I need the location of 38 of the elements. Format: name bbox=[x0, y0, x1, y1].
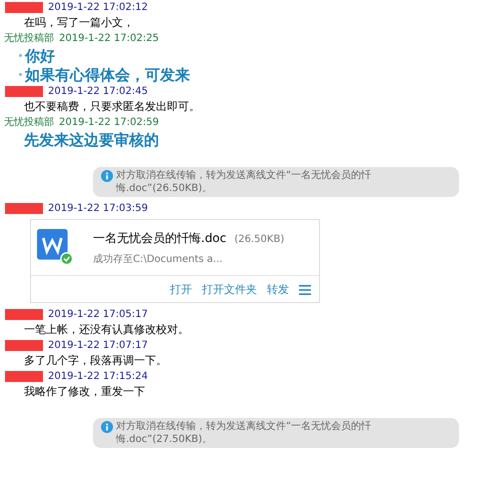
message-time: 2019-1-22 17:03:59 bbox=[48, 202, 148, 216]
file-action-link[interactable]: 打开文件夹 bbox=[202, 283, 257, 297]
message-time: 2019-1-22 17:02:59 bbox=[59, 116, 159, 130]
redacted-name bbox=[5, 2, 43, 13]
file-status: 成功存至C:\Documents a... bbox=[93, 253, 224, 267]
message-time: 2019-1-22 17:02:45 bbox=[48, 84, 148, 98]
sender-name: 无忧投稿部 bbox=[4, 32, 54, 46]
file-action-link[interactable]: 打开 bbox=[170, 283, 192, 297]
message-text: 在吗，写了一篇小文， bbox=[24, 16, 134, 30]
message-text: 我略作了修改，重发一下 bbox=[24, 385, 145, 399]
message-text: 先发来这边要审核的 bbox=[24, 132, 159, 146]
document-icon bbox=[37, 229, 73, 265]
message-time: 2019-1-22 17:02:25 bbox=[59, 32, 159, 46]
file-size: (26.50KB) bbox=[234, 233, 284, 247]
menu-icon[interactable] bbox=[299, 285, 311, 295]
message-time: 2019-1-22 17:15:24 bbox=[48, 370, 148, 384]
bullet-icon bbox=[19, 73, 22, 76]
bullet-icon bbox=[19, 54, 22, 57]
message-text: 多了几个字，段落再调一下。 bbox=[24, 354, 167, 368]
file-name: 一名无忧会员的忏悔.doc bbox=[93, 231, 226, 245]
message-text: 你好 bbox=[25, 48, 55, 62]
notice-text: 对方取消在线传输，转为发送离线文件“一名无忧会员的忏悔.doc”(26.50KB)。 bbox=[116, 169, 372, 195]
redacted-name bbox=[5, 340, 43, 351]
notice-text: 对方取消在线传输，转为发送离线文件“一名无忧会员的忏悔.doc”(27.50KB)。 bbox=[116, 420, 372, 446]
message-text: 一笔上帐，还没有认真修改校对。 bbox=[24, 323, 189, 337]
redacted-name bbox=[5, 203, 43, 214]
message-text: 也不要稿费，只要求匿名发出即可。 bbox=[24, 100, 200, 114]
message-time: 2019-1-22 17:02:12 bbox=[48, 0, 148, 14]
redacted-name bbox=[5, 371, 43, 382]
message-time: 2019-1-22 17:05:17 bbox=[48, 308, 148, 322]
info-icon bbox=[101, 421, 113, 433]
sender-name: 无忧投稿部 bbox=[4, 116, 54, 130]
file-action-link[interactable]: 转发 bbox=[267, 283, 289, 297]
message-time: 2019-1-22 17:07:17 bbox=[48, 338, 148, 352]
redacted-name bbox=[5, 86, 43, 97]
redacted-name bbox=[5, 309, 43, 320]
info-icon bbox=[101, 170, 113, 182]
message-text: 如果有心得体会，可发来 bbox=[25, 68, 190, 82]
